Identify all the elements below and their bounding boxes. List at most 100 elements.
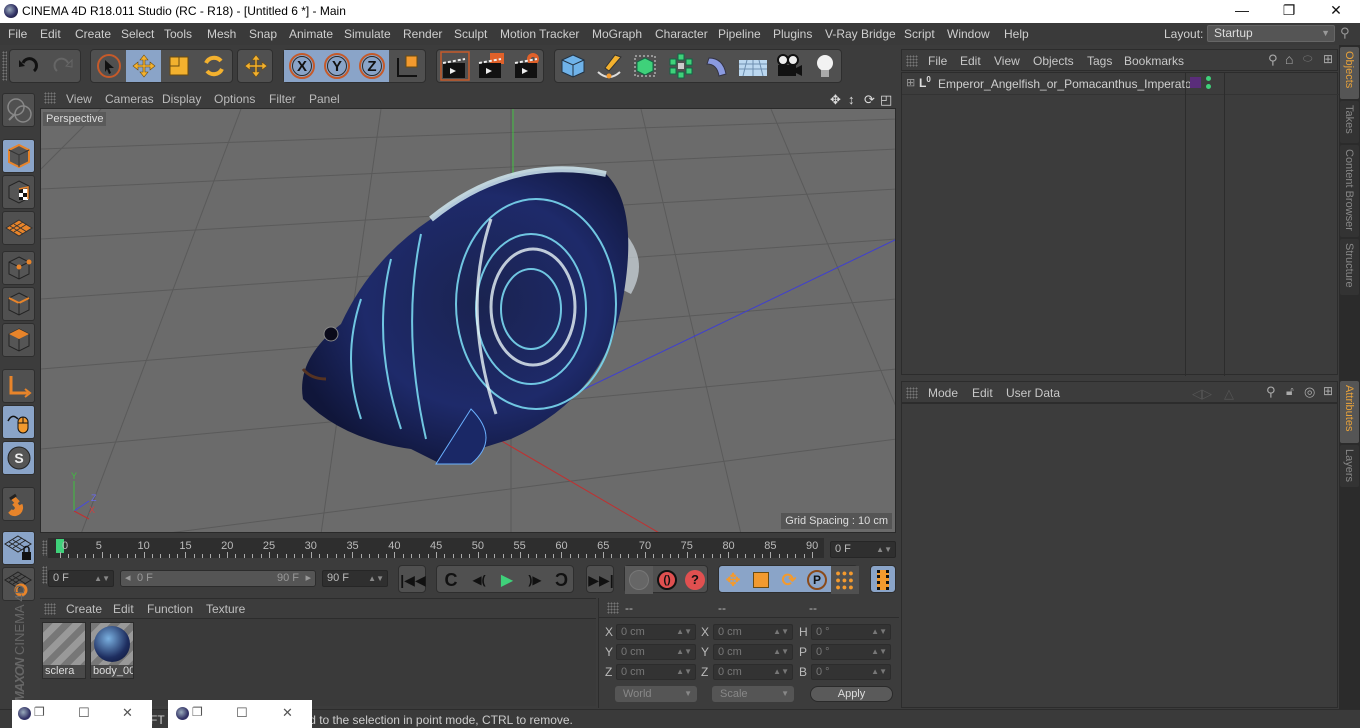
coordinate-space-dropdown[interactable]: World ▼ <box>615 686 697 702</box>
y-axis-lock-button[interactable]: Y <box>319 50 354 82</box>
object-manager-grip[interactable] <box>906 55 918 67</box>
edges-mode-button[interactable] <box>2 287 35 321</box>
spinner-icon[interactable]: ▲▼ <box>676 665 692 679</box>
object-name[interactable]: Emperor_Angelfish_or_Pomacanthus_Imperat… <box>938 77 1195 91</box>
render-settings-button[interactable] <box>509 50 544 82</box>
play-button[interactable]: ▶ <box>493 566 521 594</box>
picture-viewer-button[interactable] <box>473 50 508 82</box>
home-icon[interactable]: ⌂ <box>1285 51 1293 67</box>
attribute-menu-edit[interactable]: Edit <box>972 386 993 400</box>
close-icon[interactable]: ✕ <box>122 705 133 721</box>
timeline-grip[interactable] <box>42 540 47 556</box>
menu-simulate[interactable]: Simulate <box>344 27 391 41</box>
menu-character[interactable]: Character <box>655 27 708 41</box>
search-icon[interactable]: ⚲ <box>1340 25 1350 41</box>
menu-mesh[interactable]: Mesh <box>207 27 236 41</box>
restore-icon[interactable]: ❐ <box>192 705 203 719</box>
start-frame-field[interactable]: 0 F ▲▼ <box>48 570 114 587</box>
tab-objects[interactable]: Objects <box>1340 47 1359 99</box>
transport-grip[interactable] <box>42 566 47 584</box>
menu-animate[interactable]: Animate <box>289 27 333 41</box>
go-to-end-button[interactable]: ▶▶| <box>587 566 615 594</box>
points-mode-button[interactable] <box>2 251 35 285</box>
menu-sculpt[interactable]: Sculpt <box>454 27 487 41</box>
next-key-button[interactable]: C <box>547 566 575 594</box>
target-icon[interactable]: ◎ <box>1304 384 1315 400</box>
zoom-view-icon[interactable]: ↕ <box>848 92 855 107</box>
search-icon[interactable]: ⚲ <box>1266 384 1276 400</box>
menu-render[interactable]: Render <box>403 27 442 41</box>
rotate-view-icon[interactable]: ⟳ <box>864 92 875 108</box>
next-frame-button[interactable]: )▶ <box>521 566 549 594</box>
object-menu-edit[interactable]: Edit <box>960 54 981 68</box>
spinner-icon[interactable]: ▲▼ <box>876 542 892 557</box>
layout-dropdown[interactable]: Startup ▼ <box>1207 25 1335 42</box>
rotation-h-field[interactable]: 0 ° ▲▼ <box>811 624 891 640</box>
model-mode-button[interactable] <box>2 139 35 173</box>
tweak-mode-button[interactable] <box>2 405 35 439</box>
axis-mode-button[interactable] <box>2 369 35 403</box>
key-pla-button[interactable]: ●●● ●●● ●●● <box>831 566 859 594</box>
restore-button[interactable]: ❐ <box>1279 2 1299 20</box>
menu-tools[interactable]: Tools <box>164 27 192 41</box>
spinner-icon[interactable]: ▲▼ <box>676 645 692 659</box>
search-icon[interactable]: ⚲ <box>1268 52 1278 68</box>
spinner-icon[interactable]: ▲▼ <box>773 625 789 639</box>
size-z-field[interactable]: 0 cm ▲▼ <box>713 664 793 680</box>
tab-content-browser[interactable]: Content Browser <box>1340 145 1359 237</box>
record-key-button[interactable] <box>625 566 653 594</box>
rotate-tool-button[interactable] <box>196 50 231 82</box>
material-tag-icon[interactable] <box>1190 77 1201 88</box>
position-x-field[interactable]: 0 cm ▲▼ <box>616 624 696 640</box>
go-to-start-button[interactable]: |◀◀ <box>399 566 427 594</box>
tab-structure[interactable]: Structure <box>1340 239 1359 295</box>
new-panel-icon[interactable]: ⊞ <box>1323 52 1333 66</box>
minimized-window[interactable]: ❐ ☐ ✕ <box>168 700 312 728</box>
toolbar-grip[interactable] <box>2 51 7 81</box>
new-panel-icon[interactable]: ⊞ <box>1323 384 1333 398</box>
viewport-menu-cameras[interactable]: Cameras <box>105 92 154 106</box>
tab-takes[interactable]: Takes <box>1340 101 1359 143</box>
redo-button[interactable] <box>45 50 80 82</box>
key-rotation-button[interactable]: ⟳ <box>775 566 803 594</box>
rotation-b-field[interactable]: 0 ° ▲▼ <box>811 664 891 680</box>
menu-file[interactable]: File <box>8 27 27 41</box>
x-axis-lock-button[interactable]: X <box>284 50 319 82</box>
viewport-grip[interactable] <box>44 92 56 104</box>
viewport-menu-filter[interactable]: Filter <box>269 92 296 106</box>
spinner-icon[interactable]: ▲▼ <box>94 571 110 586</box>
material-grip[interactable] <box>44 603 56 615</box>
restore-icon[interactable]: ❐ <box>34 705 45 719</box>
spinner-icon[interactable]: ▲▼ <box>773 665 789 679</box>
spinner-icon[interactable]: ▲▼ <box>871 625 887 639</box>
object-row[interactable]: ⊞ L0 Emperor_Angelfish_or_Pomacanthus_Im… <box>902 73 1339 376</box>
tab-layers[interactable]: Layers <box>1340 445 1359 487</box>
z-axis-lock-button[interactable]: Z <box>354 50 389 82</box>
spinner-icon[interactable]: ▲▼ <box>676 625 692 639</box>
pan-view-icon[interactable]: ✥ <box>830 92 841 108</box>
menu-vray-bridge[interactable]: V-Ray Bridge <box>825 27 896 41</box>
object-menu-view[interactable]: View <box>994 54 1020 68</box>
add-floor-button[interactable] <box>735 50 770 82</box>
menu-select[interactable]: Select <box>121 27 154 41</box>
material-menu-create[interactable]: Create <box>66 602 102 616</box>
maximize-icon[interactable]: ☐ <box>236 705 248 721</box>
menu-create[interactable]: Create <box>75 27 111 41</box>
close-button[interactable]: ✕ <box>1326 2 1346 20</box>
expand-icon[interactable]: ⊞ <box>906 76 915 89</box>
keyframe-help-button[interactable]: ? <box>681 566 709 594</box>
menu-edit[interactable]: Edit <box>40 27 61 41</box>
position-z-field[interactable]: 0 cm ▲▼ <box>616 664 696 680</box>
menu-mograph[interactable]: MoGraph <box>592 27 642 41</box>
material-menu-edit[interactable]: Edit <box>113 602 134 616</box>
lock-icon[interactable]: 🔓︎ <box>1286 384 1294 399</box>
attribute-menu-user-data[interactable]: User Data <box>1006 386 1060 400</box>
key-position-button[interactable]: ✥ <box>719 566 747 594</box>
current-frame-field[interactable]: 0 F ▲▼ <box>830 541 896 558</box>
object-menu-objects[interactable]: Objects <box>1033 54 1074 68</box>
snap-mode-button[interactable]: S <box>2 441 35 475</box>
tab-attributes[interactable]: Attributes <box>1340 381 1359 443</box>
object-menu-file[interactable]: File <box>928 54 947 68</box>
toggle-view-icon[interactable]: ◰ <box>880 92 892 108</box>
key-scale-button[interactable] <box>747 566 775 594</box>
